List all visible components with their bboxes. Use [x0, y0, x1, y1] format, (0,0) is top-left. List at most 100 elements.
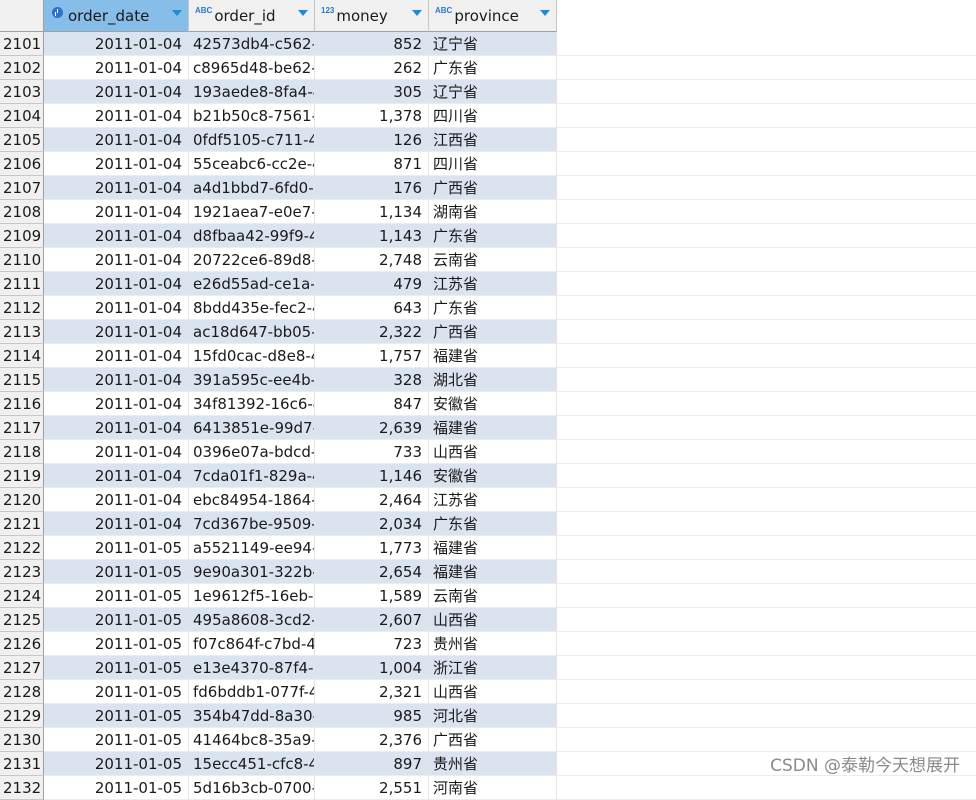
- cell-province[interactable]: 广东省: [429, 296, 557, 320]
- cell-money[interactable]: 305: [315, 80, 429, 104]
- cell-province[interactable]: 广西省: [429, 728, 557, 752]
- cell-order-date[interactable]: 2011-01-05: [44, 752, 189, 776]
- cell-order-date[interactable]: 2011-01-05: [44, 608, 189, 632]
- cell-order-id[interactable]: 15fd0cac-d8e8-4: [189, 344, 315, 368]
- row-number[interactable]: 2104: [0, 104, 44, 128]
- cell-province[interactable]: 福建省: [429, 416, 557, 440]
- cell-order-id[interactable]: 7cda01f1-829a-4: [189, 464, 315, 488]
- cell-order-date[interactable]: 2011-01-04: [44, 80, 189, 104]
- column-header-money[interactable]: 123 money: [315, 0, 429, 32]
- table-row[interactable]: 2120 2011-01-04 ebc84954-1864- 2,464 江苏省: [0, 488, 557, 512]
- table-row[interactable]: 2123 2011-01-05 9e90a301-322b- 2,654 福建省: [0, 560, 557, 584]
- row-number[interactable]: 2119: [0, 464, 44, 488]
- cell-order-id[interactable]: 34f81392-16c6-4: [189, 392, 315, 416]
- cell-order-id[interactable]: 1921aea7-e0e7-4: [189, 200, 315, 224]
- table-row[interactable]: 2124 2011-01-05 1e9612f5-16eb-4 1,589 云南省: [0, 584, 557, 608]
- cell-province[interactable]: 广西省: [429, 176, 557, 200]
- cell-province[interactable]: 贵州省: [429, 632, 557, 656]
- table-row[interactable]: 2119 2011-01-04 7cda01f1-829a-4 1,146 安徽省: [0, 464, 557, 488]
- cell-province[interactable]: 河南省: [429, 776, 557, 800]
- row-number[interactable]: 2131: [0, 752, 44, 776]
- cell-order-date[interactable]: 2011-01-04: [44, 56, 189, 80]
- cell-province[interactable]: 四川省: [429, 152, 557, 176]
- row-number[interactable]: 2110: [0, 248, 44, 272]
- row-number[interactable]: 2109: [0, 224, 44, 248]
- cell-province[interactable]: 贵州省: [429, 752, 557, 776]
- table-row[interactable]: 2105 2011-01-04 0fdf5105-c711-4 126 江西省: [0, 128, 557, 152]
- row-number[interactable]: 2123: [0, 560, 44, 584]
- row-number[interactable]: 2116: [0, 392, 44, 416]
- cell-order-id[interactable]: 193aede8-8fa4-4: [189, 80, 315, 104]
- row-number[interactable]: 2102: [0, 56, 44, 80]
- row-number[interactable]: 2121: [0, 512, 44, 536]
- cell-money[interactable]: 2,607: [315, 608, 429, 632]
- table-row[interactable]: 2106 2011-01-04 55ceabc6-cc2e-4 871 四川省: [0, 152, 557, 176]
- cell-province[interactable]: 山西省: [429, 680, 557, 704]
- row-number[interactable]: 2101: [0, 32, 44, 56]
- cell-money[interactable]: 2,748: [315, 248, 429, 272]
- cell-province[interactable]: 云南省: [429, 584, 557, 608]
- cell-order-date[interactable]: 2011-01-04: [44, 488, 189, 512]
- cell-order-id[interactable]: a5521149-ee94-: [189, 536, 315, 560]
- row-number[interactable]: 2128: [0, 680, 44, 704]
- cell-order-date[interactable]: 2011-01-04: [44, 368, 189, 392]
- row-number[interactable]: 2117: [0, 416, 44, 440]
- cell-order-id[interactable]: f07c864f-c7bd-4: [189, 632, 315, 656]
- cell-order-id[interactable]: ebc84954-1864-: [189, 488, 315, 512]
- cell-province[interactable]: 湖南省: [429, 200, 557, 224]
- cell-money[interactable]: 2,551: [315, 776, 429, 800]
- cell-order-date[interactable]: 2011-01-05: [44, 680, 189, 704]
- cell-province[interactable]: 辽宁省: [429, 32, 557, 56]
- cell-province[interactable]: 福建省: [429, 344, 557, 368]
- table-row[interactable]: 2109 2011-01-04 d8fbaa42-99f9-4 1,143 广东省: [0, 224, 557, 248]
- cell-money[interactable]: 328: [315, 368, 429, 392]
- cell-order-date[interactable]: 2011-01-04: [44, 272, 189, 296]
- row-number[interactable]: 2118: [0, 440, 44, 464]
- cell-money[interactable]: 479: [315, 272, 429, 296]
- table-row[interactable]: 2115 2011-01-04 391a595c-ee4b- 328 湖北省: [0, 368, 557, 392]
- cell-money[interactable]: 643: [315, 296, 429, 320]
- table-row[interactable]: 2129 2011-01-05 354b47dd-8a30- 985 河北省: [0, 704, 557, 728]
- row-number[interactable]: 2108: [0, 200, 44, 224]
- row-number[interactable]: 2124: [0, 584, 44, 608]
- table-row[interactable]: 2118 2011-01-04 0396e07a-bdcd- 733 山西省: [0, 440, 557, 464]
- row-number[interactable]: 2107: [0, 176, 44, 200]
- cell-order-id[interactable]: 9e90a301-322b-: [189, 560, 315, 584]
- row-number[interactable]: 2120: [0, 488, 44, 512]
- cell-money[interactable]: 985: [315, 704, 429, 728]
- row-number[interactable]: 2105: [0, 128, 44, 152]
- cell-province[interactable]: 福建省: [429, 560, 557, 584]
- cell-order-date[interactable]: 2011-01-04: [44, 152, 189, 176]
- row-number[interactable]: 2111: [0, 272, 44, 296]
- row-number[interactable]: 2127: [0, 656, 44, 680]
- cell-order-date[interactable]: 2011-01-05: [44, 656, 189, 680]
- cell-province[interactable]: 福建省: [429, 536, 557, 560]
- sort-dropdown-icon[interactable]: [540, 9, 550, 16]
- cell-province[interactable]: 云南省: [429, 248, 557, 272]
- cell-money[interactable]: 2,376: [315, 728, 429, 752]
- cell-money[interactable]: 2,639: [315, 416, 429, 440]
- table-row[interactable]: 2121 2011-01-04 7cd367be-9509- 2,034 广东省: [0, 512, 557, 536]
- cell-order-date[interactable]: 2011-01-05: [44, 632, 189, 656]
- cell-money[interactable]: 2,464: [315, 488, 429, 512]
- cell-province[interactable]: 广东省: [429, 56, 557, 80]
- column-header-province[interactable]: ABC province: [429, 0, 557, 32]
- cell-province[interactable]: 江苏省: [429, 488, 557, 512]
- cell-order-date[interactable]: 2011-01-04: [44, 392, 189, 416]
- cell-province[interactable]: 山西省: [429, 608, 557, 632]
- row-number[interactable]: 2126: [0, 632, 44, 656]
- table-row[interactable]: 2127 2011-01-05 e13e4370-87f4-4 1,004 浙江省: [0, 656, 557, 680]
- cell-order-id[interactable]: 1e9612f5-16eb-4: [189, 584, 315, 608]
- cell-money[interactable]: 733: [315, 440, 429, 464]
- cell-province[interactable]: 江苏省: [429, 272, 557, 296]
- cell-order-date[interactable]: 2011-01-04: [44, 344, 189, 368]
- column-header-order-date[interactable]: order_date: [44, 0, 189, 32]
- cell-province[interactable]: 四川省: [429, 104, 557, 128]
- cell-order-date[interactable]: 2011-01-04: [44, 416, 189, 440]
- cell-order-date[interactable]: 2011-01-04: [44, 464, 189, 488]
- row-number[interactable]: 2132: [0, 776, 44, 800]
- cell-order-date[interactable]: 2011-01-04: [44, 176, 189, 200]
- table-row[interactable]: 2126 2011-01-05 f07c864f-c7bd-4 723 贵州省: [0, 632, 557, 656]
- row-number[interactable]: 2130: [0, 728, 44, 752]
- cell-order-date[interactable]: 2011-01-04: [44, 128, 189, 152]
